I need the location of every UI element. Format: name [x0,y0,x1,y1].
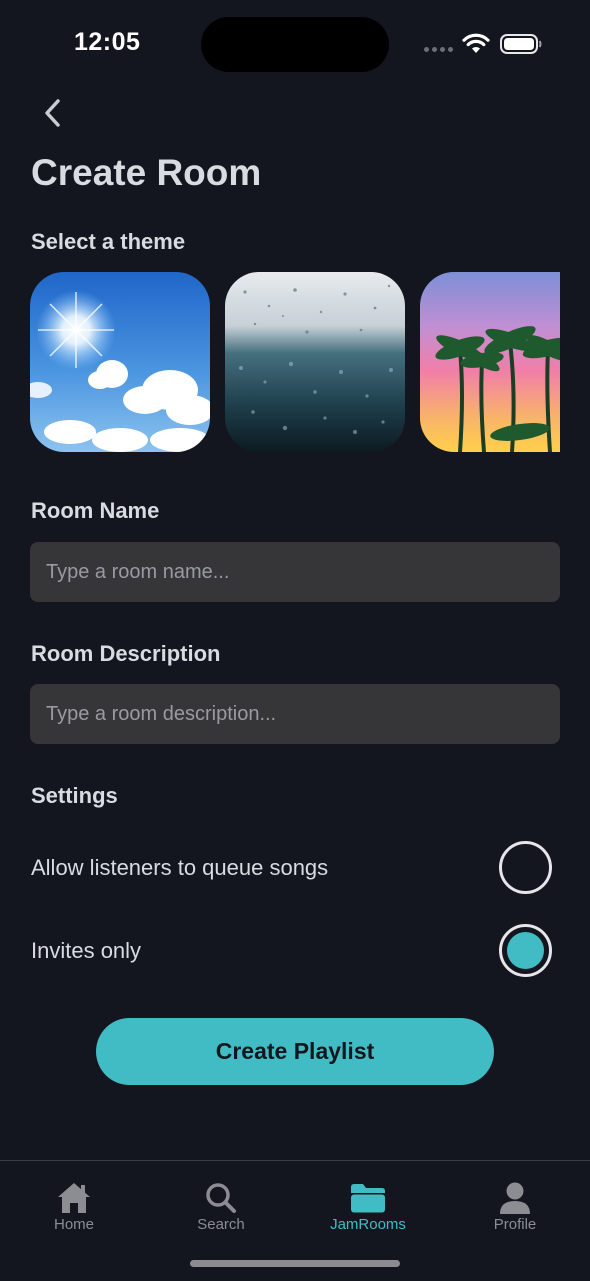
room-name-input[interactable] [30,542,560,602]
tab-search[interactable]: Search [166,1181,276,1241]
home-indicator [190,1260,400,1267]
dynamic-island [201,17,389,72]
chevron-left-icon [45,99,60,127]
wifi-icon [462,33,490,53]
folder-icon [351,1184,385,1213]
create-playlist-button[interactable]: Create Playlist [96,1018,494,1085]
setting-invites-only-label: Invites only [31,938,142,963]
status-bar: 12:05 [0,0,590,88]
tab-jamrooms[interactable]: JamRooms [313,1181,423,1241]
tab-home-label: Home [53,1216,94,1233]
radio-selected-dot [507,932,544,969]
theme-sunny-sky[interactable] [30,272,210,452]
search-icon [206,1183,236,1213]
tab-profile-label: Profile [493,1216,537,1233]
room-description-input[interactable] [30,684,560,744]
status-time: 12:05 [74,28,141,56]
theme-section-label: Select a theme [31,229,186,254]
theme-palm-sunset[interactable] [420,272,560,452]
queue-songs-radio[interactable] [499,841,552,894]
home-icon [58,1183,90,1213]
back-button[interactable] [30,92,74,136]
setting-queue-songs-label: Allow listeners to queue songs [31,855,329,880]
signal-icon [424,47,454,53]
tab-profile[interactable]: Profile [460,1181,570,1241]
person-icon [500,1182,530,1214]
settings-label: Settings [31,783,118,808]
page-title: Create Room [31,152,262,193]
room-name-label: Room Name [31,498,160,523]
theme-rainy-window[interactable] [225,272,405,452]
invites-only-radio[interactable] [499,924,552,977]
theme-carousel[interactable] [30,272,560,452]
tab-jamrooms-label: JamRooms [330,1216,406,1233]
battery-icon [500,34,542,54]
tab-home[interactable]: Home [19,1181,129,1241]
room-description-label: Room Description [31,641,221,666]
tab-search-label: Search [197,1216,245,1233]
